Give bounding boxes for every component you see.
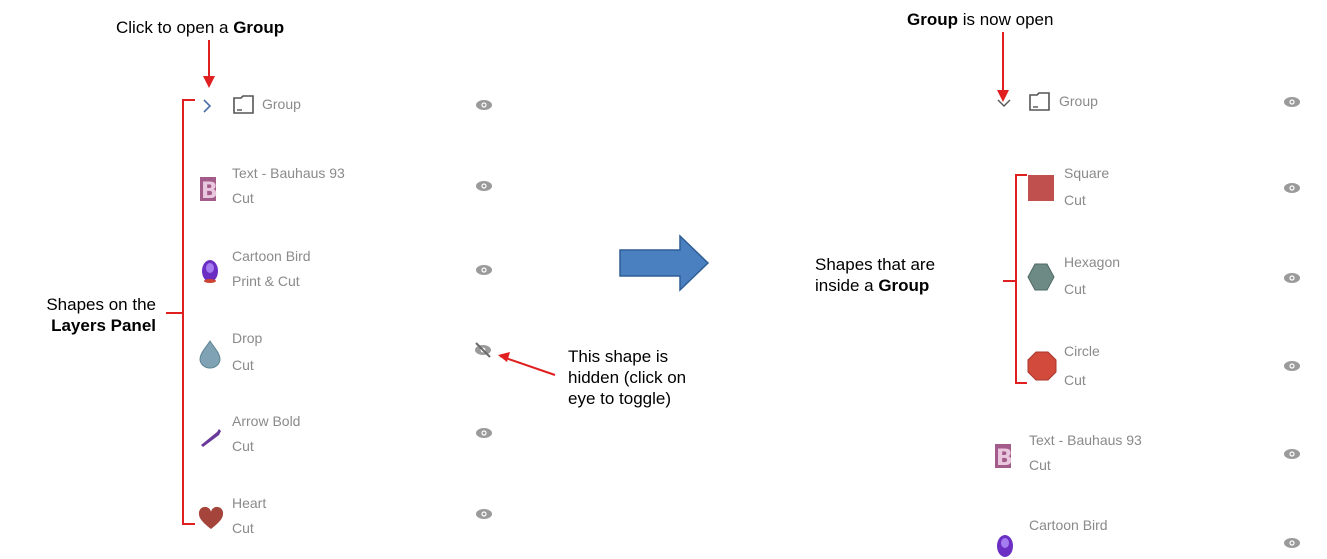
group-child-circle[interactable]: Circle Cut xyxy=(1027,343,1315,389)
eye-hidden-icon[interactable] xyxy=(473,342,493,358)
layer-type: Cut xyxy=(232,520,254,536)
layer-name: Cartoon Bird xyxy=(232,248,311,264)
layer-type: Cut xyxy=(1029,457,1051,473)
eye-icon[interactable] xyxy=(1283,272,1301,284)
layer-type: Cut xyxy=(232,438,254,454)
drop-icon xyxy=(199,340,221,369)
eye-icon[interactable] xyxy=(475,180,493,192)
transition-arrow-icon xyxy=(619,234,710,292)
layer-name: Circle xyxy=(1064,343,1100,359)
arrow-bold-icon xyxy=(201,429,221,447)
layer-name: Drop xyxy=(232,330,263,346)
eye-icon[interactable] xyxy=(1283,360,1301,372)
eye-icon[interactable] xyxy=(475,427,493,439)
layer-name: Hexagon xyxy=(1064,254,1121,270)
eye-icon[interactable] xyxy=(1283,448,1301,460)
layer-row-drop[interactable]: Drop Cut xyxy=(198,330,510,374)
layer-type: Cut xyxy=(1064,372,1086,388)
layer-type: Cut xyxy=(232,357,254,373)
layer-name: Arrow Bold xyxy=(232,413,301,429)
layer-row-arrow-bold[interactable]: Arrow Bold Cut xyxy=(198,413,510,457)
eye-icon[interactable] xyxy=(475,508,493,520)
svg-text:B: B xyxy=(996,446,1013,471)
eye-icon[interactable] xyxy=(475,264,493,276)
layer-name: Text - Bauhaus 93 xyxy=(232,165,345,181)
group-label: Group xyxy=(1059,93,1098,109)
circle-icon xyxy=(1027,351,1057,381)
chevron-right-icon[interactable] xyxy=(202,99,212,113)
cartoon-bird-icon xyxy=(997,535,1013,557)
group-label: Group xyxy=(262,96,301,112)
heart-icon xyxy=(198,506,224,529)
group-bracket xyxy=(1015,174,1027,384)
layer-row-text[interactable]: B Text - Bauhaus 93 Cut xyxy=(198,165,510,209)
letter-b-icon: B xyxy=(995,444,1013,471)
svg-text:B: B xyxy=(201,179,218,204)
group-child-hexagon[interactable]: Hexagon Cut xyxy=(1027,254,1315,300)
letter-b-icon: B xyxy=(200,177,218,204)
cartoon-bird-icon xyxy=(202,260,218,283)
layer-type: Cut xyxy=(232,190,254,206)
layer-name: Heart xyxy=(232,495,267,511)
layer-row-heart[interactable]: Heart Cut xyxy=(198,495,510,539)
eye-icon[interactable] xyxy=(1283,96,1301,108)
layer-row-cartoon-bird[interactable]: Cartoon Bird xyxy=(993,517,1315,557)
right-group-row[interactable]: Group xyxy=(995,92,1315,114)
square-icon xyxy=(1028,175,1054,201)
layer-name: Cartoon Bird xyxy=(1029,517,1108,533)
left-group-row[interactable]: Group xyxy=(200,95,510,117)
arrow-head-icon xyxy=(203,76,215,88)
layer-name: Text - Bauhaus 93 xyxy=(1029,432,1142,448)
layer-type: Cut xyxy=(1064,192,1086,208)
layer-name: Square xyxy=(1064,165,1110,181)
group-child-square[interactable]: Square Cut xyxy=(1027,165,1315,211)
hexagon-icon xyxy=(1027,263,1055,291)
layer-row-text[interactable]: B Text - Bauhaus 93 Cut xyxy=(993,432,1315,478)
folder-icon xyxy=(1029,92,1050,111)
eye-icon[interactable] xyxy=(475,99,493,111)
layer-type: Cut xyxy=(1064,281,1086,297)
eye-icon[interactable] xyxy=(1283,537,1301,549)
layer-type: Print & Cut xyxy=(232,273,300,289)
folder-icon xyxy=(233,95,254,114)
layers-bracket xyxy=(182,99,195,525)
chevron-down-icon[interactable] xyxy=(997,98,1011,108)
eye-icon[interactable] xyxy=(1283,182,1301,194)
layer-row-cartoon-bird[interactable]: Cartoon Bird Print & Cut xyxy=(198,248,510,292)
